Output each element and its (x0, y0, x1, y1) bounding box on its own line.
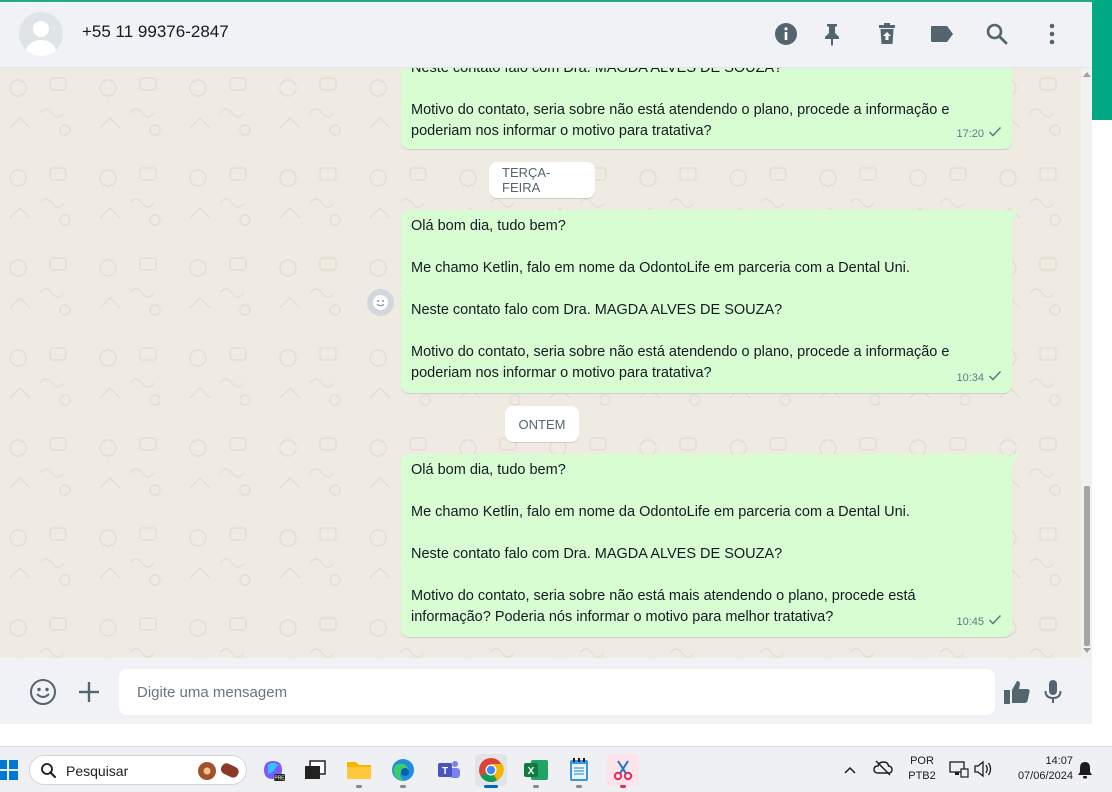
teams-icon[interactable]: T (433, 754, 465, 786)
emoji-icon[interactable] (29, 678, 57, 706)
microphone-icon[interactable] (1039, 678, 1067, 706)
message-line: Motivo do contato, seria sobre não está … (411, 344, 950, 360)
message-line (411, 237, 1002, 258)
message-meta: 10:34 (956, 368, 1002, 389)
message-line: Olá bom dia, tudo bem? (411, 462, 566, 478)
message-input[interactable] (119, 669, 995, 715)
message-line (411, 565, 1002, 586)
message-line (411, 79, 1002, 100)
whatsapp-window: +55 11 99376-2847 Neste contato falo com… (0, 0, 1092, 726)
notification-bell-icon[interactable] (1077, 761, 1093, 784)
message-line: informação? Poderia nós informar o motiv… (411, 609, 834, 625)
single-check-icon (988, 368, 1002, 389)
pin-icon[interactable] (819, 21, 845, 47)
attach-plus-icon[interactable] (75, 678, 103, 706)
message-line: poderiam nos informar o motivo para trat… (411, 123, 712, 139)
message-bubble-outgoing[interactable]: Olá bom dia, tudo bem? Me chamo Ketlin, … (401, 210, 1019, 393)
search-highlight-icon (196, 760, 242, 787)
search-label: Pesquisar (66, 763, 129, 779)
message-meta: 10:45 (956, 612, 1002, 633)
avatar[interactable] (19, 12, 63, 56)
message-time: 17:20 (956, 128, 984, 140)
clock-date: 07/06/2024 (1017, 770, 1073, 782)
clock-time: 14:07 (1045, 755, 1073, 767)
info-icon[interactable] (773, 21, 799, 47)
input-language[interactable]: POR PTB2 (905, 755, 939, 782)
message-bubble-outgoing[interactable]: Olá bom dia, tudo bem? Me chamo Ketlin, … (401, 454, 1019, 637)
composer (0, 658, 1092, 726)
label-icon[interactable] (929, 21, 955, 47)
windows-taskbar: Pesquisar PRE T X POR PTB2 14:07 07/06/2… (0, 746, 1112, 792)
more-vertical-icon[interactable] (1039, 21, 1065, 47)
message-line: Neste contato falo com Dra. MAGDA ALVES … (411, 68, 783, 76)
message-line: Motivo do contato, seria sobre não está … (411, 102, 950, 118)
message-time: 10:34 (956, 372, 984, 384)
snipping-tool-icon[interactable] (607, 754, 639, 788)
task-view-icon[interactable] (299, 754, 331, 786)
file-explorer-icon[interactable] (343, 754, 375, 788)
chat-scrollbar[interactable] (1081, 68, 1092, 658)
message-line: Olá bom dia, tudo bem? (411, 218, 566, 234)
chevron-up-icon[interactable] (843, 762, 857, 780)
scroll-up-arrow-icon[interactable] (1083, 72, 1091, 77)
date-separator: ONTEM (505, 406, 579, 442)
scroll-down-arrow-icon[interactable] (1083, 648, 1091, 653)
volume-icon[interactable] (973, 760, 993, 783)
svg-text:PRE: PRE (274, 776, 285, 782)
chrome-icon[interactable] (475, 754, 507, 788)
emoji-reaction-icon[interactable] (367, 289, 394, 316)
message-meta: 17:20 (956, 124, 1002, 145)
copilot-icon[interactable]: PRE (257, 754, 289, 786)
date-separator: TERÇA-FEIRA (489, 162, 595, 198)
message-time: 10:45 (956, 616, 984, 628)
svg-text:X: X (528, 766, 535, 777)
single-check-icon (988, 612, 1002, 633)
clock[interactable]: 14:07 07/06/2024 (1003, 755, 1073, 782)
notepad-icon[interactable] (563, 754, 595, 788)
contact-name[interactable]: +55 11 99376-2847 (82, 22, 229, 42)
message-line (411, 321, 1002, 342)
excel-icon[interactable]: X (520, 754, 552, 788)
chat-header: +55 11 99376-2847 (0, 2, 1092, 68)
input-language-code: POR (910, 755, 934, 767)
message-line: Neste contato falo com Dra. MAGDA ALVES … (411, 546, 783, 562)
search-icon[interactable] (984, 21, 1010, 47)
single-check-icon (988, 124, 1002, 145)
message-line: Neste contato falo com Dra. MAGDA ALVES … (411, 302, 783, 318)
desktop-background (0, 724, 1112, 746)
keyboard-layout-code: PTB2 (908, 770, 936, 782)
edge-icon[interactable] (387, 754, 419, 788)
windows-start-icon[interactable] (0, 754, 24, 786)
thumbs-up-icon[interactable] (1003, 678, 1031, 706)
network-icon[interactable] (949, 760, 969, 783)
cloud-offline-icon[interactable] (873, 760, 893, 781)
message-line (411, 523, 1002, 544)
taskbar-search[interactable]: Pesquisar (29, 755, 247, 785)
background-window-edge (1092, 0, 1112, 724)
scrollbar-thumb[interactable] (1084, 486, 1090, 646)
message-line (411, 481, 1002, 502)
message-line: Me chamo Ketlin, falo em nome da OdontoL… (411, 504, 910, 520)
message-line: Me chamo Ketlin, falo em nome da OdontoL… (411, 260, 910, 276)
message-bubble-outgoing[interactable]: Neste contato falo com Dra. MAGDA ALVES … (401, 68, 1012, 149)
message-line: Motivo do contato, seria sobre não está … (411, 588, 916, 604)
svg-text:T: T (442, 766, 448, 777)
search-icon (40, 762, 57, 784)
delete-icon[interactable] (874, 21, 900, 47)
message-line: poderiam nos informar o motivo para trat… (411, 365, 712, 381)
message-list[interactable]: Neste contato falo com Dra. MAGDA ALVES … (0, 68, 1092, 658)
message-line (411, 279, 1002, 300)
